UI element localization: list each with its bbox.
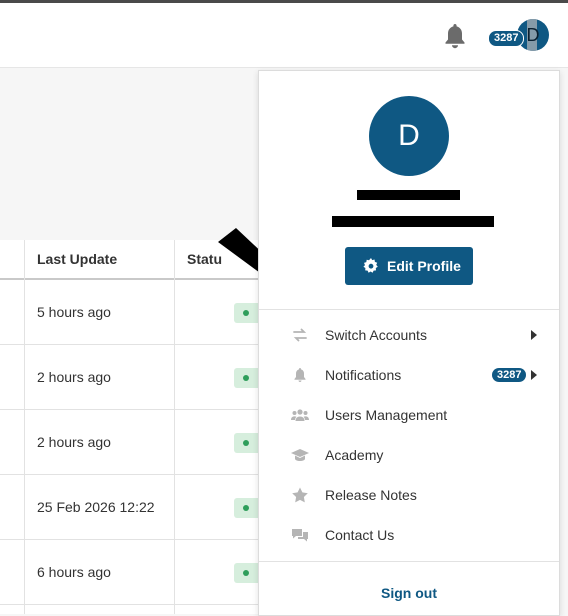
last-update-cell: 6 hours ago xyxy=(37,564,111,580)
menu-item-academy[interactable]: Academy xyxy=(259,435,559,475)
profile-avatar-initial: D xyxy=(398,119,420,152)
menu-item-label: Users Management xyxy=(325,407,448,423)
redacted-user-email xyxy=(332,216,494,227)
menu-item-label: Release Notes xyxy=(325,487,417,503)
table-row[interactable]: 2 hours ago xyxy=(0,410,300,475)
column-header-last-update[interactable]: Last Update xyxy=(37,240,117,278)
graduation-cap-icon xyxy=(291,449,309,461)
profile-avatar: D xyxy=(369,96,449,176)
menu-item-switch-accounts[interactable]: Switch Accounts xyxy=(259,315,559,355)
bell-icon xyxy=(294,368,306,382)
table-row[interactable]: 2 hours ago xyxy=(0,345,300,410)
notifications-bell-icon[interactable] xyxy=(443,23,467,49)
notification-count-badge: 3287 xyxy=(488,30,525,47)
menu-item-users-management[interactable]: Users Management xyxy=(259,395,559,435)
notification-count-badge: 3287 xyxy=(492,368,527,382)
menu-item-contact-us[interactable]: Contact Us xyxy=(259,515,559,555)
last-update-cell: 5 hours ago xyxy=(37,304,111,320)
edit-profile-label: Edit Profile xyxy=(387,258,461,274)
users-icon xyxy=(291,409,309,421)
sign-out-link[interactable]: Sign out xyxy=(259,571,559,615)
menu-item-notifications[interactable]: Notifications 3287 xyxy=(259,355,559,395)
gear-icon xyxy=(363,258,378,273)
chevron-right-icon xyxy=(531,370,537,380)
last-update-cell: 2 hours ago xyxy=(37,369,111,385)
last-update-cell: 25 Feb 2026 12:22 xyxy=(37,499,155,515)
table-row[interactable]: 6 hours ago xyxy=(0,540,300,605)
avatar-initial: D xyxy=(526,25,540,45)
last-update-cell: 2 hours ago xyxy=(37,434,111,450)
chevron-right-icon xyxy=(531,330,537,340)
top-header: D 3287 xyxy=(0,3,568,68)
switch-icon xyxy=(293,328,307,342)
profile-dropdown-menu: D Edit Profile Switch Accounts Notificat… xyxy=(258,70,560,616)
divider xyxy=(259,561,559,562)
menu-item-label: Notifications xyxy=(325,367,402,383)
redacted-user-name xyxy=(357,190,460,200)
edit-profile-button[interactable]: Edit Profile xyxy=(345,247,473,285)
table-row[interactable]: 25 Feb 2026 12:22 xyxy=(0,475,300,540)
divider xyxy=(259,309,559,310)
menu-item-release-notes[interactable]: Release Notes xyxy=(259,475,559,515)
menu-item-label: Academy xyxy=(325,447,384,463)
star-icon xyxy=(292,487,308,503)
menu-item-label: Contact Us xyxy=(325,527,395,543)
menu-item-label: Switch Accounts xyxy=(325,327,427,343)
chat-icon xyxy=(292,529,308,542)
